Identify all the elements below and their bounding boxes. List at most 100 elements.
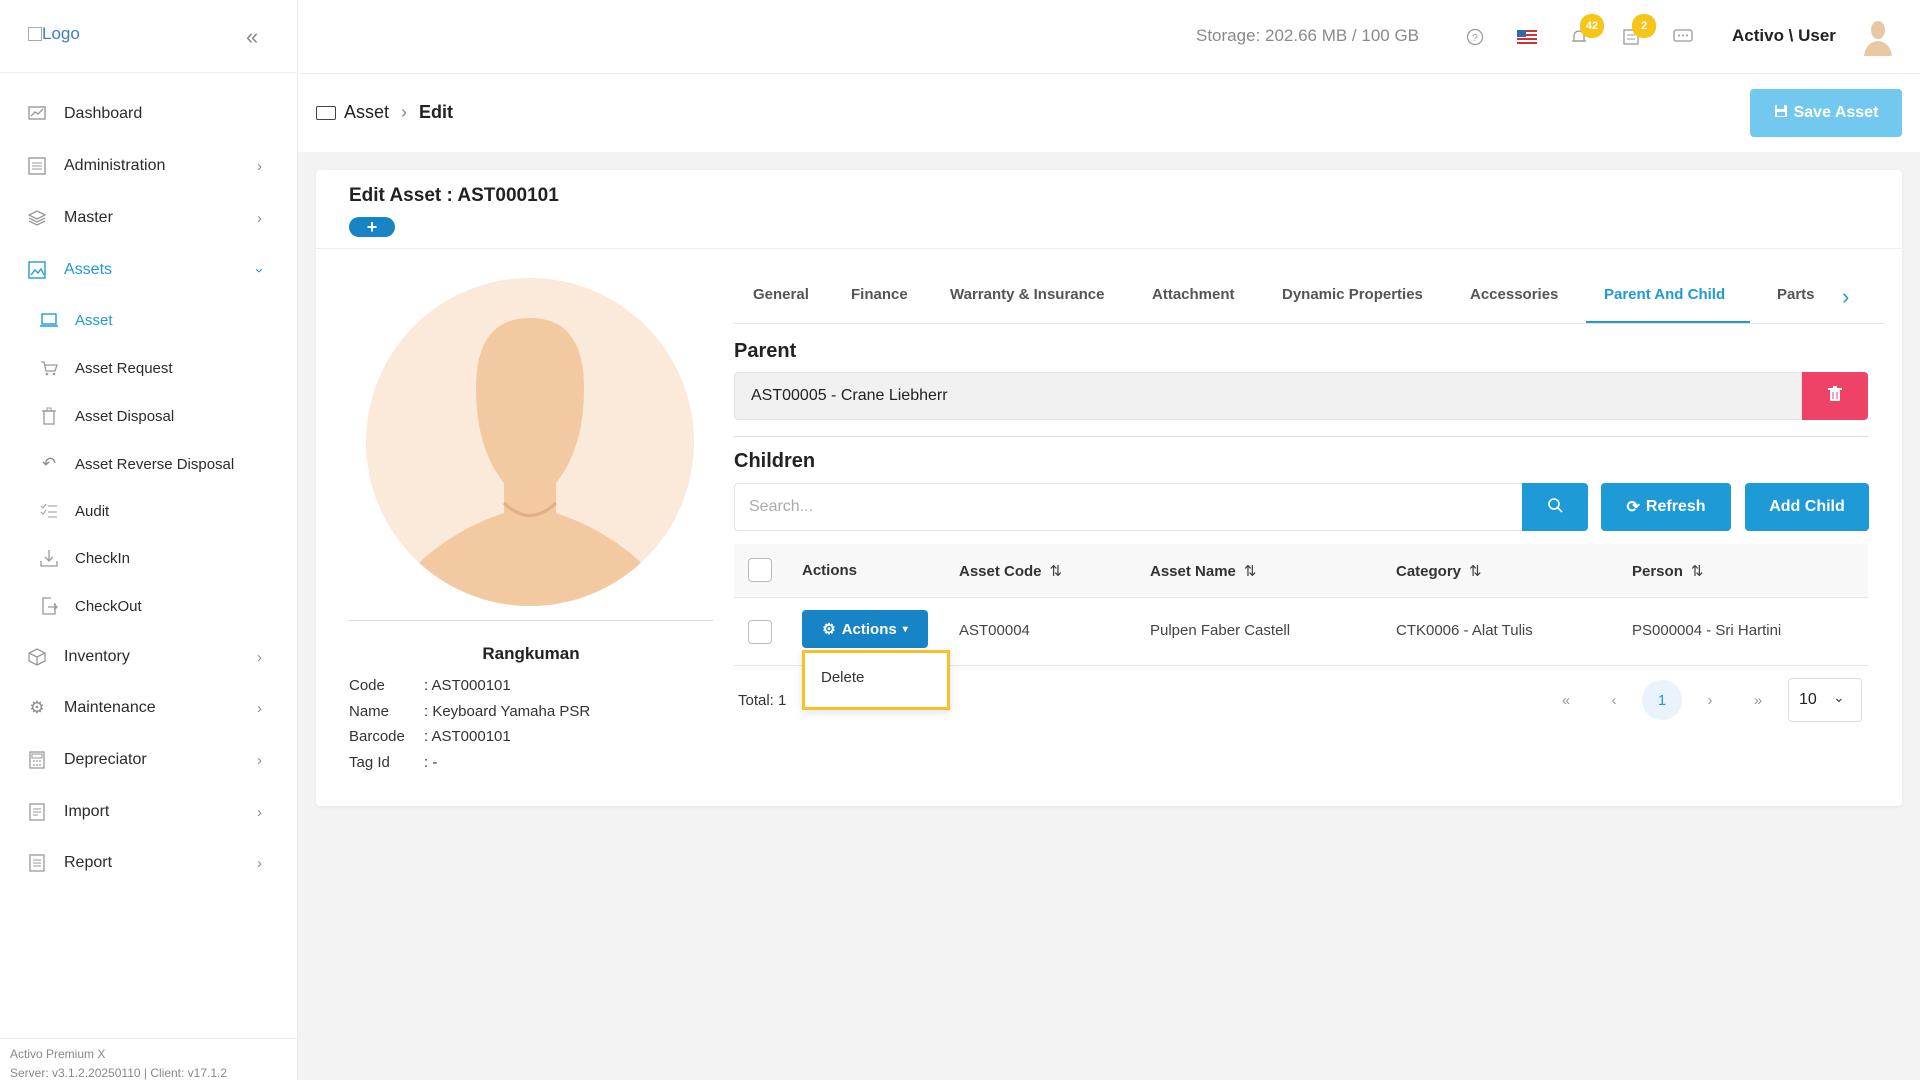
prev-page-button[interactable]: ‹: [1594, 680, 1634, 720]
trash-icon: [38, 405, 60, 427]
search-button[interactable]: [1522, 483, 1588, 531]
tab-warranty-insurance[interactable]: Warranty & Insurance: [950, 286, 1105, 303]
children-section-title: Children: [734, 450, 816, 472]
divider: [349, 620, 713, 621]
add-button[interactable]: +: [349, 217, 395, 237]
sort-icon[interactable]: ⇅: [1244, 563, 1257, 580]
logo[interactable]: Logo: [28, 24, 80, 44]
refresh-icon: ⟳: [1626, 499, 1640, 516]
row-actions-button[interactable]: ⚙ Actions ▾: [802, 610, 928, 648]
sidebar-item-label: Administration: [64, 157, 166, 174]
sidebar-item-assets[interactable]: Assets ›: [0, 248, 298, 292]
sidebar-item-import[interactable]: Import ›: [0, 790, 298, 834]
total-count: Total: 1: [738, 692, 787, 709]
breadcrumb-bar: Asset › Edit Save Asset: [298, 74, 1920, 152]
breadcrumb-asset-link[interactable]: Asset: [344, 102, 389, 123]
sidebar-item-checkin[interactable]: CheckIn: [0, 536, 298, 580]
avatar[interactable]: [1858, 18, 1898, 58]
remove-parent-button[interactable]: [1802, 372, 1868, 420]
select-all-checkbox[interactable]: [748, 558, 772, 582]
sidebar-item-label: Dashboard: [64, 105, 143, 122]
checklist-icon: [38, 500, 60, 522]
column-header-category[interactable]: Category ⇅: [1396, 562, 1482, 580]
help-icon[interactable]: ?: [1464, 26, 1486, 48]
refresh-button[interactable]: ⟳ Refresh: [1601, 483, 1731, 531]
delete-menu-item[interactable]: Delete: [821, 669, 864, 686]
sidebar-item-asset-disposal[interactable]: Asset Disposal: [0, 394, 298, 438]
chevron-right-icon[interactable]: ›: [1842, 284, 1849, 310]
chevron-right-icon: ›: [257, 751, 262, 769]
sidebar-item-audit[interactable]: Audit: [0, 489, 298, 533]
column-header-label: Person: [1632, 563, 1683, 580]
tab-finance[interactable]: Finance: [851, 286, 908, 303]
save-asset-button[interactable]: Save Asset: [1750, 89, 1902, 137]
table-header: Actions Asset Code ⇅ Asset Name ⇅ Category…: [734, 544, 1868, 598]
divider: [316, 248, 1902, 249]
tab-dynamic-properties[interactable]: Dynamic Properties: [1282, 286, 1423, 303]
logo-broken-image-icon: [28, 27, 42, 41]
tab-accessories[interactable]: Accessories: [1470, 286, 1558, 303]
divider: [0, 72, 298, 73]
sidebar-item-depreciator[interactable]: Depreciator ›: [0, 738, 298, 782]
notification-icon[interactable]: 42: [1568, 14, 1604, 48]
children-search-input[interactable]: [734, 483, 1524, 531]
tasks-icon[interactable]: 2: [1620, 14, 1656, 48]
collapse-sidebar-icon[interactable]: «: [246, 24, 258, 50]
sidebar-item-asset[interactable]: Asset: [0, 298, 298, 342]
last-page-button[interactable]: »: [1738, 680, 1778, 720]
chevron-right-icon: ›: [257, 209, 262, 227]
column-header-label: Category: [1396, 563, 1462, 580]
sidebar-item-label: Asset Disposal: [75, 407, 175, 425]
cell-person: PS000004 - Sri Hartini: [1632, 622, 1782, 639]
sidebar-item-checkout[interactable]: CheckOut: [0, 584, 298, 628]
page-size-select[interactable]: 10 ⌄: [1788, 678, 1862, 722]
first-page-button[interactable]: «: [1546, 680, 1586, 720]
layers-icon: [26, 207, 48, 229]
sidebar-item-asset-reverse-disposal[interactable]: ↶ Asset Reverse Disposal: [0, 442, 298, 486]
tab-attachment[interactable]: Attachment: [1152, 286, 1235, 303]
us-flag-icon[interactable]: [1516, 26, 1538, 48]
tab-general[interactable]: General: [753, 286, 809, 303]
next-page-button[interactable]: ›: [1690, 680, 1730, 720]
chevron-down-icon: ⌄: [1833, 689, 1845, 705]
sidebar-item-report[interactable]: Report ›: [0, 841, 298, 885]
cell-category: CTK0006 - Alat Tulis: [1396, 622, 1533, 639]
chat-icon[interactable]: [1672, 26, 1694, 48]
tab-parts[interactable]: Parts: [1777, 286, 1815, 303]
username[interactable]: Activo \ User: [1732, 26, 1836, 46]
chevron-right-icon: ›: [257, 648, 262, 666]
row-checkbox[interactable]: [748, 620, 772, 644]
storage-indicator: Storage: 202.66 MB / 100 GB: [1196, 26, 1420, 45]
sidebar-item-inventory[interactable]: Inventory ›: [0, 635, 298, 679]
asset-photo-placeholder[interactable]: [366, 278, 694, 606]
svg-text:?: ?: [1472, 33, 1478, 44]
column-header-label: Asset Name: [1150, 563, 1236, 580]
summary-key: Name: [349, 703, 390, 720]
product-name: Activo Premium X: [10, 1047, 106, 1061]
chevron-down-icon: ›: [251, 267, 268, 273]
sidebar-item-administration[interactable]: Administration ›: [0, 144, 298, 188]
tab-bar: General Finance Warranty & Insurance Att…: [734, 274, 1884, 324]
gear-icon: ⚙: [29, 698, 45, 717]
sort-icon[interactable]: ⇅: [1691, 563, 1704, 580]
add-child-button[interactable]: Add Child: [1745, 483, 1869, 531]
trash-icon: [1828, 385, 1842, 407]
cart-icon: [38, 357, 60, 379]
summary-key: Code: [349, 677, 385, 694]
summary-title: Rangkuman: [482, 644, 580, 663]
tab-parent-and-child[interactable]: Parent And Child: [1604, 286, 1725, 303]
sort-icon[interactable]: ⇅: [1469, 563, 1482, 580]
search-icon: [1547, 497, 1563, 518]
column-header-asset-code[interactable]: Asset Code ⇅: [959, 562, 1062, 580]
column-header-person[interactable]: Person ⇅: [1632, 562, 1703, 580]
sidebar-item-dashboard[interactable]: Dashboard: [0, 92, 298, 136]
sidebar-item-maintenance[interactable]: ⚙ Maintenance ›: [0, 686, 298, 730]
column-header-asset-name[interactable]: Asset Name ⇅: [1150, 562, 1256, 580]
summary-key: Tag Id: [349, 754, 390, 771]
summary-value: : -: [424, 754, 438, 771]
parent-asset-field[interactable]: AST00005 - Crane Liebherr: [734, 372, 1802, 420]
sort-icon[interactable]: ⇅: [1050, 563, 1063, 580]
page-number-current[interactable]: 1: [1642, 680, 1682, 720]
sidebar-item-asset-request[interactable]: Asset Request: [0, 346, 298, 390]
sidebar-item-master[interactable]: Master ›: [0, 196, 298, 240]
